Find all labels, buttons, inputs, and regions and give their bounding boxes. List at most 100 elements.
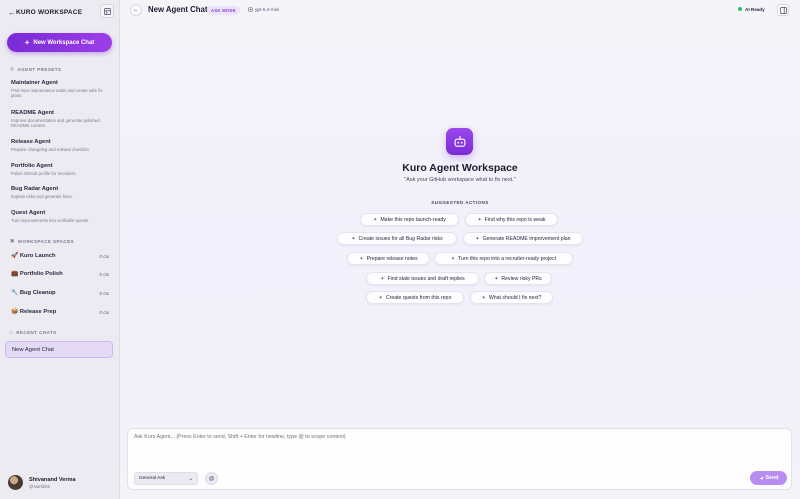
sidebar: ← KURO WORKSPACE + New Workspace Chat ◎ … [0,0,120,499]
chat-header: ← New Agent Chat ASK MODE gpt-5.4-mini A… [120,0,800,20]
workspace-title: KURO WORKSPACE [16,8,83,16]
preset-title: README Agent [11,110,54,116]
model-name: gpt-5.4-mini [255,6,280,12]
sparkle-icon: ✦ [450,255,456,262]
recent-chat-item[interactable]: New Agent Chat [5,341,113,358]
status-dot-icon [738,7,742,11]
preset-title: Release Agent [11,139,51,145]
user-handle: @starkbbk [29,483,51,489]
side-panel-icon [779,6,787,14]
mode-badge: ASK MODE [207,5,240,15]
suggestion-label: Turn this repo into a recruiter-ready pr… [458,255,557,262]
suggestion-chip[interactable]: ✦ Generate README improvement plan [463,232,583,245]
back-button[interactable]: ← [130,4,142,16]
sparkle-icon: ✦ [380,275,385,282]
suggestion-chip[interactable]: ✦ Review risky PRs [484,272,552,285]
chat-bubble-icon: □ [10,330,14,335]
suggestion-chip[interactable]: ✦ Create quests from this repo [366,291,464,304]
status-label: AI Ready [745,6,765,12]
suggestion-chip[interactable]: ✦ Find stale issues and draft replies [366,272,479,285]
toggle-panel-button[interactable] [777,4,789,16]
suggestion-label: Make this repo launch-ready [380,216,446,223]
preset-portfolio-agent[interactable]: Portfolio Agent Polish GitHub profile fo… [11,163,111,176]
preset-title: Portfolio Agent [11,163,53,169]
space-kuro-launch[interactable]: 🚀 Kuro Launch 0 ctx [11,251,109,261]
space-release-prep[interactable]: 📦 Release Prep 0 ctx [11,307,109,317]
selected-mode: General Ask [139,476,166,481]
sparkle-icon: ✦ [475,235,480,242]
sparkle-icon: ✦ [477,216,482,223]
robot-icon [446,128,473,155]
message-composer: General Ask ⌄ @ Send [127,428,792,490]
ai-status: AI Ready [738,7,765,12]
space-bug-cleanup[interactable]: 🔧 Bug Cleanup 0 ctx [11,288,109,298]
main-panel: ← New Agent Chat ASK MODE gpt-5.4-mini A… [120,0,800,499]
arrow-left-icon: ← [133,7,139,13]
user-profile[interactable]: Shivanand Verma @starkbbk [8,475,76,490]
suggestion-chip[interactable]: ✦ Prepare release notes [347,252,430,265]
avatar [8,475,23,490]
preset-maintainer-agent[interactable]: Maintainer Agent First repo maintenance … [11,80,111,98]
new-workspace-chat-button[interactable]: + New Workspace Chat [7,33,112,52]
suggestion-chip[interactable]: ✦ Find why this repo is weak [465,213,558,226]
preset-quest-agent[interactable]: Quest Agent Turn improvements into verif… [11,210,111,223]
sidebar-header: ← KURO WORKSPACE [8,4,114,19]
plus-icon: + [24,37,30,47]
space-context-count: 0 ctx [99,309,109,315]
layout-icon [103,7,111,15]
compass-icon: ◎ [10,66,15,71]
back-arrow-icon[interactable]: ← [8,8,16,17]
space-name: 🔧 Bug Cleanup [11,290,56,296]
send-button[interactable]: Send [750,471,787,485]
suggestion-label: Prepare release notes [366,255,418,262]
chat-title: New Agent Chat [148,5,208,14]
model-indicator[interactable]: gpt-5.4-mini [248,7,279,12]
suggestion-chip[interactable]: ✦ What should I fix next? [470,291,553,304]
agent-presets-heading: ◎ AGENT PRESETS [10,66,61,72]
preset-title: Maintainer Agent [11,80,58,86]
workspace-spaces-heading: ▣ WORKSPACE SPACES [10,238,74,244]
preset-title: Quest Agent [11,210,46,216]
space-context-count: 0 ctx [99,253,109,259]
space-context-count: 0 ctx [99,271,109,277]
preset-readme-agent[interactable]: README Agent Improve documentation and g… [11,110,111,128]
suggestion-chip[interactable]: ✦ Create issues for all Bug Radar risks [337,232,457,245]
suggestion-label: What should I fix next? [488,294,542,301]
layout-toggle-button[interactable] [100,4,114,18]
sparkle-icon: ✦ [378,294,383,301]
preset-description: Polish GitHub profile for recruiters. [11,170,77,176]
preset-description: Turn improvements into verifiable quests… [11,217,90,223]
message-input[interactable] [134,434,784,440]
preset-description: Explain risks and generate fixes. [11,193,73,199]
suggestion-label: Generate README improvement plan [482,235,571,242]
chip-icon [248,6,253,12]
preset-release-agent[interactable]: Release Agent Prepare changelog and rele… [11,139,111,152]
suggestion-label: Find stale issues and draft replies [387,275,465,282]
new-chat-label: New Workspace Chat [33,39,95,46]
preset-description: Improve documentation and generate polis… [11,117,100,128]
sparkle-icon: ✦ [373,216,378,223]
space-name: 📦 Release Prep [11,309,57,315]
sparkle-icon: ✦ [351,235,356,242]
ask-mode-select[interactable]: General Ask ⌄ [134,472,198,485]
suggested-actions-label: SUGGESTED ACTIONS [431,200,489,205]
send-icon [759,476,764,480]
mention-context-button[interactable]: @ [205,472,218,485]
space-context-count: 0 ctx [99,290,109,296]
sparkle-icon: ✦ [359,255,364,262]
chevron-down-icon: ⌄ [188,475,193,482]
send-label: Send [765,475,779,481]
suggestion-chip[interactable]: ✦ Make this repo launch-ready [360,213,459,226]
space-portfolio-polish[interactable]: 💼 Portfolio Polish 0 ctx [11,269,109,279]
preset-bug-radar-agent[interactable]: Bug Radar Agent Explain risks and genera… [11,186,111,199]
suggestion-chip[interactable]: ✦ Turn this repo into a recruiter-ready p… [434,252,573,265]
suggestion-label: Review risky PRs [501,275,542,282]
sparkle-icon: ✦ [481,294,486,301]
hero-subtitle: "Ask your GitHub workspace what to fix n… [404,177,516,183]
preset-title: Bug Radar Agent [11,186,59,192]
agent-presets-label: AGENT PRESETS [17,66,62,72]
folder-icon: ▣ [10,238,15,243]
space-name: 💼 Portfolio Polish [11,271,63,277]
recent-chats-heading: □ RECENT CHATS [10,330,57,335]
preset-description: Prepare changelog and release checklist. [11,146,90,152]
